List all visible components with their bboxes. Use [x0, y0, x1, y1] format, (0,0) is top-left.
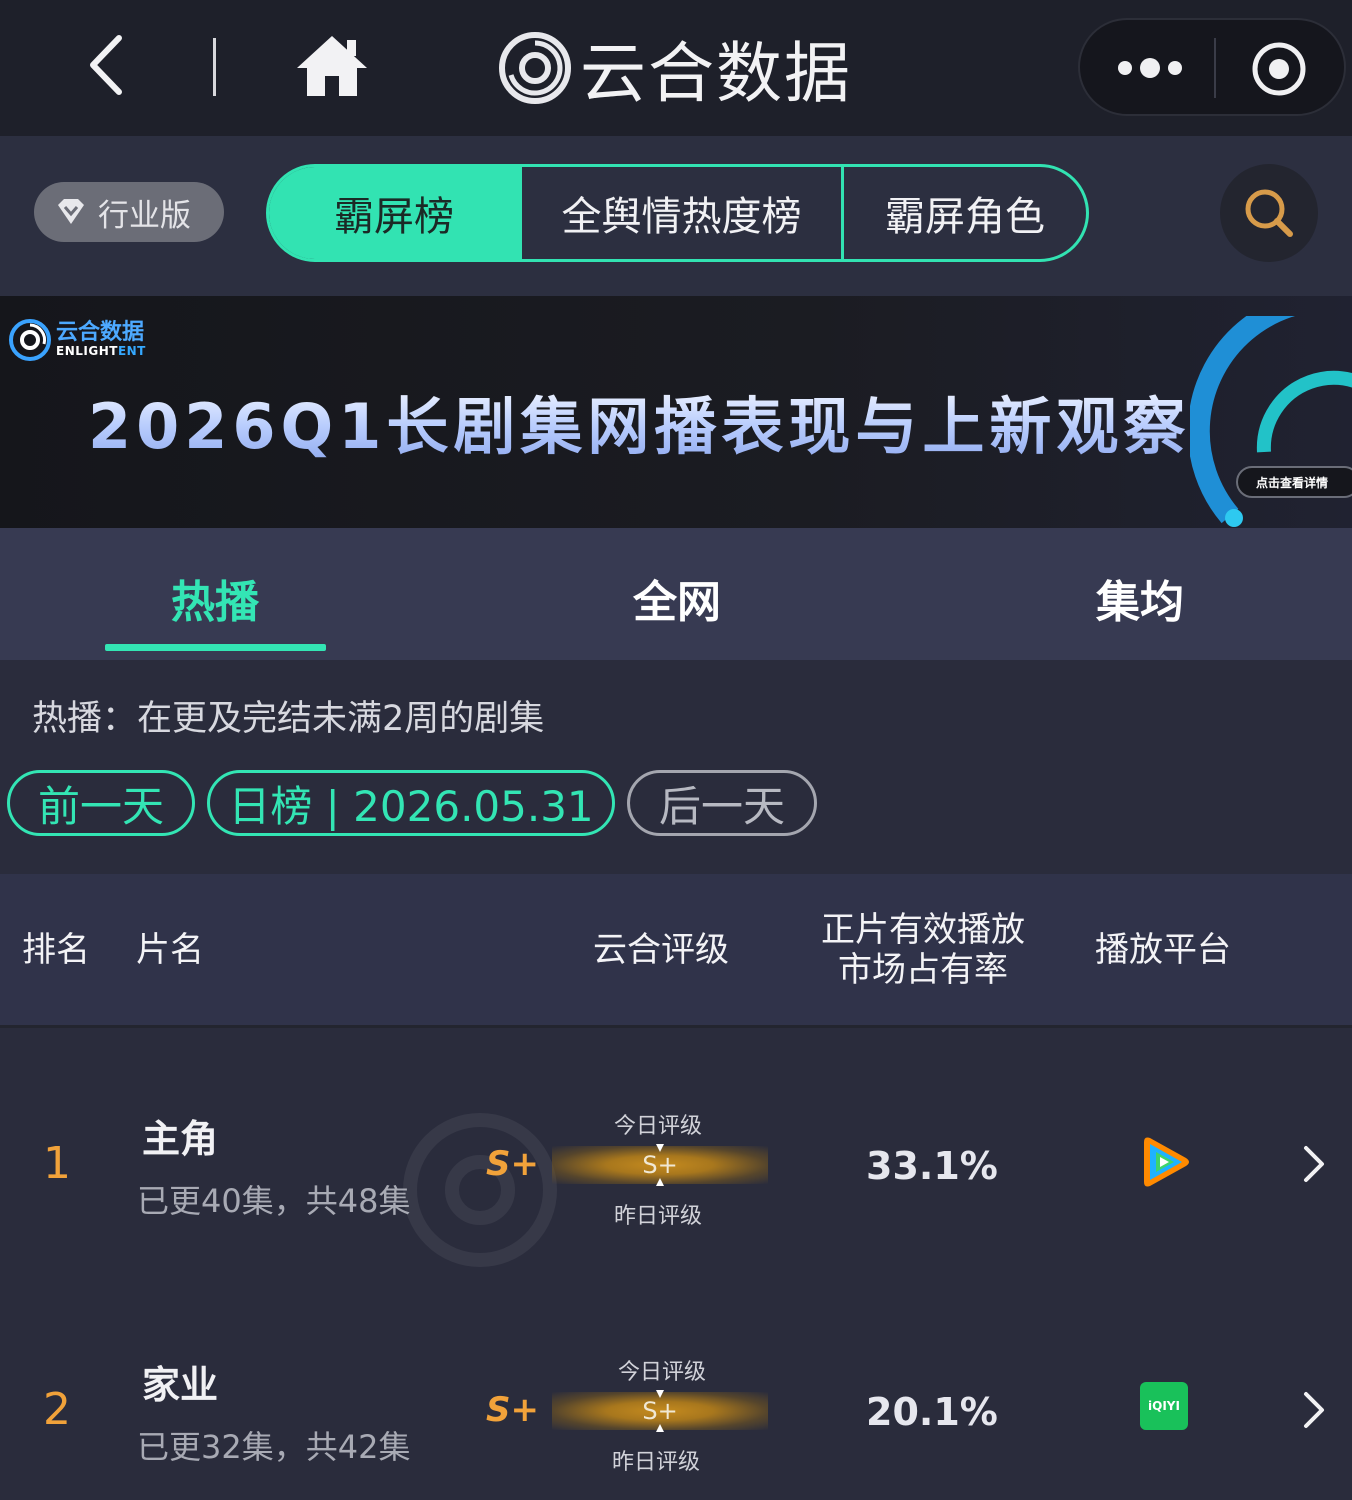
header-title: 片名: [136, 930, 204, 970]
banner-logo-cn: 云合数据: [56, 320, 145, 345]
segment-label: 霸屏角色: [885, 194, 1045, 240]
home-button[interactable]: [295, 32, 369, 100]
header-share-line2: 市场占有率: [838, 950, 1008, 990]
target-icon: [1252, 42, 1306, 96]
row-market-share: 33.1%: [866, 1144, 998, 1188]
table-row[interactable]: 1 主角 已更40集，共48集 S+ 今日评级 S+ 昨日评级 33.1%: [0, 1040, 1352, 1286]
back-button[interactable]: [70, 30, 140, 100]
yunhe-logo-icon: [9, 319, 51, 361]
chevron-right-icon[interactable]: [1298, 1144, 1328, 1184]
header-grade: 云合评级: [593, 930, 729, 970]
industry-edition-label: 行业版: [98, 197, 191, 234]
gauge-today-label: 今日评级: [613, 1114, 702, 1139]
header-share: 正片有效播放 市场占有率: [816, 910, 1030, 990]
segment-public-opinion[interactable]: 全舆情热度榜: [519, 167, 841, 259]
segment-screen-dominance[interactable]: 霸屏榜: [269, 167, 519, 259]
brand: 云合数据: [498, 28, 852, 112]
app-title: 云合数据: [580, 35, 852, 112]
ranking-tabs: 热播 全网 集均: [0, 528, 1352, 660]
gauge-today-label: 今日评级: [617, 1360, 706, 1385]
gauge-yesterday-label: 昨日评级: [613, 1204, 702, 1229]
gauge-value: S+: [642, 1397, 678, 1425]
prev-day-button[interactable]: 前一天: [7, 770, 195, 836]
more-dot-icon: [1140, 58, 1160, 78]
header-share-line1: 正片有效播放: [821, 910, 1025, 950]
banner-logo-en: ENLIGHTENT: [56, 344, 146, 358]
grade-gauge: S+: [552, 1390, 768, 1432]
diamond-icon: [58, 199, 84, 224]
banner-title: 2026Q1长剧集网播表现与上新观察: [88, 376, 1190, 466]
promo-banner[interactable]: 云合数据 ENLIGHTENT 2026Q1长剧集网播表现与上新观察 点击查看详…: [0, 296, 1352, 528]
capsule-divider: [1214, 38, 1216, 98]
row-title: 主角: [142, 1117, 219, 1161]
header-rank: 排名: [22, 930, 90, 970]
nav-divider: [213, 38, 216, 96]
tab-all-network[interactable]: 全网: [582, 566, 772, 630]
industry-edition-badge[interactable]: 行业版: [34, 182, 224, 242]
more-dot-icon: [1168, 61, 1182, 75]
gauge-tick: [656, 1390, 664, 1398]
table-header: 排名 片名 云合评级 正片有效播放 市场占有率 播放平台: [0, 874, 1352, 1028]
table-row[interactable]: 2 家业 已更32集，共42集 S+ 今日评级 S+ 昨日评级 20.1% iQ…: [0, 1288, 1352, 1500]
gauge-tick: [656, 1144, 664, 1152]
date-selector[interactable]: 日榜 | 2026.05.31: [207, 770, 615, 836]
chevron-left-icon: [90, 35, 122, 95]
segment-label: 全舆情热度榜: [561, 194, 802, 240]
filter-row: 行业版 霸屏榜 全舆情热度榜 霸屏角色: [0, 136, 1352, 296]
top-nav-bar: 云合数据: [0, 0, 1352, 136]
header-platform: 播放平台: [1095, 930, 1231, 970]
gauge-yesterday-label: 昨日评级: [611, 1450, 700, 1475]
search-button[interactable]: [1220, 164, 1318, 262]
chevron-right-icon[interactable]: [1298, 1390, 1328, 1430]
row-rank: 2: [43, 1384, 71, 1435]
row-title: 家业: [142, 1363, 219, 1407]
more-dot-icon: [1118, 61, 1132, 75]
view-details-button[interactable]: 点击查看详情: [1236, 466, 1352, 498]
tab-per-episode[interactable]: 集均: [1045, 566, 1235, 630]
close-miniapp-button[interactable]: [1250, 40, 1308, 98]
row-episodes: 已更40集，共48集: [137, 1182, 411, 1220]
tab-hot[interactable]: 热播: [120, 566, 310, 630]
iqiyi-icon: iQIYI: [1140, 1382, 1188, 1430]
active-tab-indicator: [105, 644, 326, 651]
grade-gauge: S+: [552, 1144, 768, 1186]
banner-logo: 云合数据 ENLIGHTENT: [8, 318, 146, 362]
logo-en-part: ENT: [117, 344, 146, 358]
gauge-tick: [656, 1424, 664, 1432]
ranking-description: 热播：在更及完结未满2周的剧集: [32, 699, 545, 739]
segment-label: 霸屏榜: [334, 194, 454, 240]
next-day-button[interactable]: 后一天: [627, 770, 817, 836]
iqiyi-label: iQIYI: [1148, 1399, 1180, 1413]
ranking-type-segment: 霸屏榜 全舆情热度榜 霸屏角色: [266, 164, 1089, 262]
row-grade: S+: [486, 1390, 539, 1430]
gauge-value: S+: [642, 1151, 678, 1179]
tencent-video-icon: [1144, 1137, 1189, 1187]
logo-en-part: ENLIGHT: [56, 344, 118, 358]
gauge-tick: [656, 1178, 664, 1186]
home-icon: [297, 36, 367, 96]
row-rank: 1: [43, 1138, 71, 1189]
segment-screen-roles[interactable]: 霸屏角色: [841, 167, 1086, 259]
more-button[interactable]: [1110, 44, 1190, 92]
row-episodes: 已更32集，共42集: [137, 1428, 411, 1466]
row-market-share: 20.1%: [866, 1390, 998, 1434]
miniapp-capsule: [1078, 18, 1346, 116]
row-grade: S+: [486, 1144, 539, 1184]
yunhe-logo-icon: [499, 32, 571, 104]
search-icon: [1245, 189, 1293, 237]
